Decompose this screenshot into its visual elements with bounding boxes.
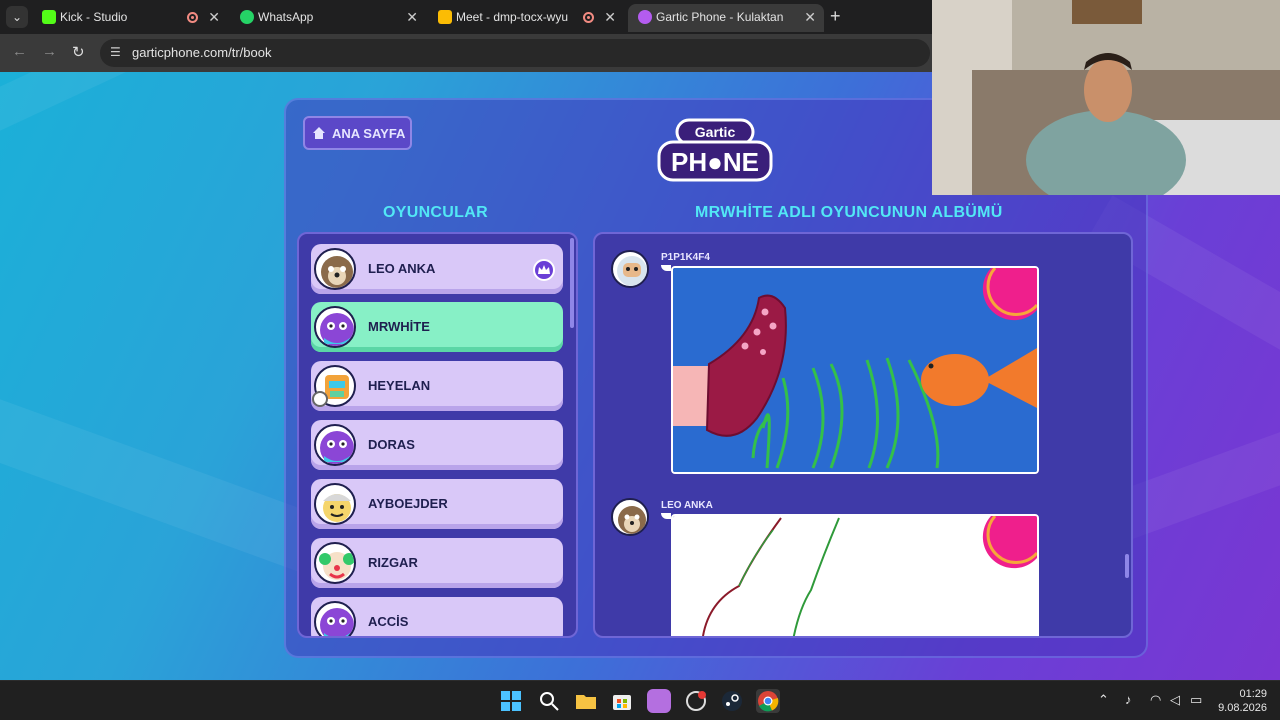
search-icon[interactable] [537, 689, 561, 713]
close-tab-icon[interactable]: ✕ [208, 4, 220, 30]
speech-bubble-tip [661, 513, 671, 519]
tab-gartic-phone[interactable]: Gartic Phone - Kulaktan Kulağa ✕ [628, 4, 824, 50]
tray-overflow-icon[interactable]: ⌃ [1098, 692, 1109, 708]
home-button-label: ANA SAYFA [332, 126, 406, 141]
home-button[interactable]: ANA SAYFA [303, 116, 412, 150]
player-card-accis[interactable]: ACCİS [311, 597, 563, 636]
viking-avatar-icon [314, 483, 356, 525]
app-cat-icon[interactable] [647, 689, 671, 713]
purple-bird-avatar-icon [314, 601, 356, 636]
astronaut-avatar-icon [611, 250, 649, 288]
players-scrollbar[interactable] [570, 238, 574, 328]
dog-avatar-icon [611, 498, 649, 536]
tab-title: WhatsApp [258, 10, 314, 24]
close-tab-icon[interactable]: ✕ [604, 4, 616, 30]
player-card-heyelan[interactable]: HEYELAN [311, 361, 563, 411]
game-launcher-icon[interactable] [684, 689, 708, 713]
user-badge-icon [312, 391, 328, 407]
battery-icon[interactable]: ▭ [1190, 692, 1202, 708]
svg-text:PH●NE: PH●NE [671, 147, 759, 177]
player-name: RIZGAR [368, 555, 418, 570]
dog-avatar-icon [314, 248, 356, 290]
url-text: garticphone.com/tr/book [132, 45, 272, 60]
player-card-doras[interactable]: DORAS [311, 420, 563, 470]
home-icon [313, 127, 325, 139]
album-scrollbar[interactable] [1125, 554, 1129, 578]
forward-icon[interactable]: → [42, 43, 57, 60]
gartic-phone-logo: Gartic PH●NE [657, 118, 773, 182]
host-crown-icon [533, 259, 555, 281]
kick-logo-icon [42, 10, 56, 24]
start-menu-icon[interactable] [499, 689, 523, 713]
recording-icon [187, 12, 198, 23]
tab-title: Meet - dmp-tocx-wyu [456, 10, 569, 24]
close-tab-icon[interactable]: ✕ [406, 4, 418, 30]
player-card-leo-anka[interactable]: LEO ANKA [311, 244, 563, 294]
address-bar[interactable]: ☰ garticphone.com/tr/book [100, 39, 930, 67]
windows-taskbar: ⌃ ♪ ◠ ◁ ▭ 01:29 9.08.2026 [0, 680, 1280, 720]
album-entry-author: LEO ANKA [661, 500, 713, 511]
store-icon[interactable] [610, 689, 634, 713]
album-heading: MRWHİTE ADLI OYUNCUNUN ALBÜMÜ [695, 204, 1003, 221]
players-heading: OYUNCULAR [383, 204, 488, 221]
clown-avatar-icon [314, 542, 356, 584]
taskbar-clock[interactable]: 01:29 9.08.2026 [1215, 687, 1267, 715]
player-name: LEO ANKA [368, 261, 436, 276]
webcam-overlay [932, 0, 1280, 195]
clock-time: 01:29 [1239, 688, 1267, 700]
player-name: DORAS [368, 437, 415, 452]
new-tab-button[interactable]: + [830, 6, 841, 27]
chrome-icon[interactable] [756, 689, 780, 713]
player-name: HEYELAN [368, 378, 431, 393]
steam-icon[interactable] [720, 689, 744, 713]
site-settings-icon[interactable]: ☰ [110, 45, 121, 59]
file-explorer-icon[interactable] [574, 689, 598, 713]
recording-icon [583, 12, 594, 23]
back-icon[interactable]: ← [12, 43, 27, 60]
close-tab-icon[interactable]: ✕ [804, 4, 816, 30]
tab-search-button[interactable]: ⌄ [6, 6, 28, 28]
clock-date: 9.08.2026 [1218, 702, 1267, 714]
album-entry-author: P1P1K4F4 [661, 252, 710, 263]
reload-icon[interactable]: ↻ [72, 43, 85, 61]
purple-bird-avatar-icon [314, 306, 356, 348]
sock-and-fish-drawing [671, 266, 1039, 474]
meet-logo-icon [438, 10, 452, 24]
tab-title: Kick - Studio [60, 10, 128, 24]
tab-meet[interactable]: Meet - dmp-tocx-wyu ✕ [428, 4, 624, 32]
player-card-ayboejder[interactable]: AYBOEJDER [311, 479, 563, 529]
tab-kick-studio[interactable]: Kick - Studio ✕ [32, 4, 228, 32]
player-name: MRWHİTE [368, 319, 430, 334]
whatsapp-logo-icon [240, 10, 254, 24]
tab-whatsapp[interactable]: WhatsApp ✕ [230, 4, 426, 32]
player-name: ACCİS [368, 614, 409, 629]
player-card-mrwhite[interactable]: MRWHİTE [311, 302, 563, 352]
svg-text:Gartic: Gartic [695, 124, 736, 140]
background-ray [0, 373, 325, 574]
purple-bird-avatar-icon [314, 424, 356, 466]
player-name: AYBOEJDER [368, 496, 448, 511]
speech-bubble-tip [661, 265, 671, 271]
microphone-icon[interactable]: ♪ [1125, 692, 1132, 707]
album-view[interactable]: P1P1K4F4 LEO ANKA [593, 232, 1133, 638]
players-list[interactable]: LEO ANKA MRWHİTE HEYELAN DORAS AYBOEJDER… [297, 232, 578, 638]
volume-icon[interactable]: ◁ [1170, 692, 1180, 708]
gartic-logo-icon [638, 10, 652, 24]
player-card-rizgar[interactable]: RIZGAR [311, 538, 563, 588]
outline-drawing [671, 514, 1039, 636]
wifi-icon[interactable]: ◠ [1150, 692, 1161, 708]
